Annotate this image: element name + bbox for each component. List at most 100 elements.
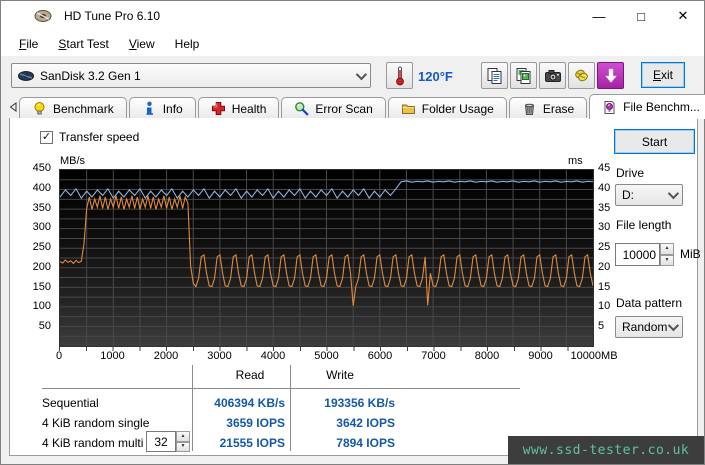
download-arrow-icon bbox=[604, 68, 617, 83]
menu-file[interactable]: File bbox=[9, 34, 48, 54]
tick-label: 3000 bbox=[207, 350, 232, 362]
copy-image-icon bbox=[516, 67, 530, 84]
row-label-random-multi: 4 KiB random multi bbox=[42, 436, 144, 450]
data-pattern-label: Data pattern bbox=[616, 296, 683, 310]
drive-label: Drive bbox=[616, 166, 645, 180]
chevron-down-icon bbox=[355, 68, 368, 80]
tick-label: 10 bbox=[598, 300, 611, 313]
tick-label: 15 bbox=[598, 280, 611, 293]
spin-down-icon[interactable]: ▼ bbox=[660, 254, 674, 266]
tab-folder-usage[interactable]: Folder Usage bbox=[387, 97, 507, 119]
tick-label: 150 bbox=[32, 280, 51, 293]
chevron-down-icon bbox=[667, 187, 680, 200]
row-label-sequential: Sequential bbox=[42, 396, 99, 410]
spin-up-icon[interactable]: ▲ bbox=[660, 243, 674, 255]
menu-start-test[interactable]: Start Test bbox=[48, 34, 118, 54]
file-length-input[interactable] bbox=[615, 243, 660, 266]
tick-label: 40 bbox=[598, 181, 611, 194]
drive-dropdown[interactable]: D: bbox=[615, 184, 683, 206]
row-label-random-single: 4 KiB random single bbox=[42, 416, 150, 430]
screenshot-button[interactable] bbox=[539, 62, 566, 89]
disk-icon bbox=[18, 70, 34, 81]
thermometer-icon bbox=[395, 66, 404, 85]
tab-info[interactable]: Info bbox=[128, 97, 196, 119]
tab-label: Health bbox=[231, 101, 267, 116]
chevron-down-icon bbox=[667, 319, 680, 332]
queue-depth-input[interactable] bbox=[146, 431, 176, 452]
exit-button[interactable]: Exit bbox=[641, 62, 685, 88]
drive-dropdown-value: D: bbox=[622, 188, 634, 202]
file-benchmark-page: ✓ Transfer speed MB/s ms 450 400 350 300 250… bbox=[9, 118, 701, 456]
tab-benchmark[interactable]: Benchmark bbox=[19, 97, 127, 119]
tab-label: Folder Usage bbox=[421, 101, 494, 116]
tick-label: 8000 bbox=[474, 350, 500, 362]
tab-file-benchmark[interactable]: File Benchm... bbox=[589, 94, 705, 119]
maximize-button[interactable]: □ bbox=[620, 1, 662, 31]
info-icon bbox=[146, 101, 153, 115]
tab-erase[interactable]: Erase bbox=[508, 97, 588, 119]
random-single-read-value: 3659 IOPS bbox=[226, 416, 285, 430]
tick-label: 25 bbox=[598, 241, 611, 254]
tab-health[interactable]: Health bbox=[197, 97, 280, 119]
tick-label: 6000 bbox=[367, 350, 393, 362]
menu-help[interactable]: Help bbox=[165, 34, 210, 54]
trash-icon bbox=[524, 103, 534, 115]
benchmark-chart bbox=[59, 169, 594, 347]
tab-error-scan[interactable]: Error Scan bbox=[281, 97, 386, 119]
tick-label: 5000 bbox=[314, 350, 339, 362]
triangle-left-icon bbox=[9, 102, 17, 112]
tab-label: Erase bbox=[542, 101, 575, 116]
tick-label: 100 bbox=[32, 300, 51, 313]
donate-button[interactable] bbox=[568, 62, 595, 89]
tick-label: 1000 bbox=[100, 350, 125, 362]
close-button[interactable]: ✕ bbox=[662, 1, 704, 31]
donate-icon bbox=[574, 69, 588, 81]
tick-label: 45 bbox=[598, 162, 611, 174]
title-bar: HD Tune Pro 6.10 — □ ✕ bbox=[1, 1, 704, 31]
tick-label: 20 bbox=[598, 260, 611, 273]
minimize-button[interactable]: — bbox=[578, 1, 620, 31]
queue-depth-spinner: ▲ ▼ bbox=[146, 431, 190, 452]
file-length-unit: MiB bbox=[680, 247, 701, 261]
menu-bar: File Start Test View Help bbox=[1, 31, 704, 56]
menu-view[interactable]: View bbox=[119, 34, 165, 54]
copy-image-button[interactable] bbox=[510, 62, 537, 89]
random-multi-write-value: 7894 IOPS bbox=[336, 436, 395, 450]
bulb-icon bbox=[34, 102, 45, 115]
file-bulb-icon bbox=[604, 100, 615, 114]
sequential-read-value: 406394 KB/s bbox=[214, 396, 285, 410]
start-button[interactable]: Start bbox=[614, 129, 695, 154]
tick-label: 9000 bbox=[528, 350, 553, 362]
x-axis-ticks: 0 1000 2000 3000 4000 5000 6000 7000 8000 9000 100… bbox=[56, 350, 618, 364]
chart-plot-area bbox=[60, 170, 593, 346]
tick-label: 35 bbox=[598, 201, 611, 214]
screenshot-icon bbox=[544, 69, 561, 82]
copy-text-button[interactable] bbox=[481, 62, 508, 89]
download-button[interactable] bbox=[597, 62, 624, 89]
data-pattern-dropdown[interactable]: Random bbox=[615, 316, 683, 338]
tick-label: 30 bbox=[598, 221, 611, 234]
tick-label: 400 bbox=[32, 181, 51, 194]
temperature-button[interactable] bbox=[386, 62, 413, 89]
magnifier-icon bbox=[295, 102, 309, 116]
tick-label: 5 bbox=[598, 320, 605, 333]
watermark-banner: www.ssd-tester.co.uk bbox=[508, 436, 704, 464]
app-window: HD Tune Pro 6.10 — □ ✕ File Start Test V… bbox=[0, 0, 705, 465]
drive-selector-dropdown[interactable]: SanDisk 3.2 Gen 1 bbox=[11, 63, 371, 88]
exit-button-label: Exit bbox=[652, 68, 673, 82]
tab-label: Info bbox=[162, 101, 183, 116]
drive-selector-value: SanDisk 3.2 Gen 1 bbox=[40, 68, 141, 83]
folder-icon bbox=[401, 104, 415, 114]
tick-label: 200 bbox=[32, 260, 51, 273]
tab-scroll-left-button[interactable] bbox=[9, 98, 17, 116]
tick-label: 7000 bbox=[421, 350, 446, 362]
tick-label: 2000 bbox=[153, 350, 179, 362]
left-axis-unit-label: MB/s bbox=[60, 155, 86, 167]
tab-strip: Benchmark Info Health Error Scan Folder … bbox=[1, 94, 705, 119]
results-separator bbox=[290, 365, 291, 451]
tick-label: 4000 bbox=[260, 350, 286, 362]
data-pattern-value: Random bbox=[622, 320, 668, 334]
results-divider bbox=[42, 388, 520, 389]
tick-label: 450 bbox=[32, 162, 51, 174]
write-column-header: Write bbox=[326, 368, 354, 382]
